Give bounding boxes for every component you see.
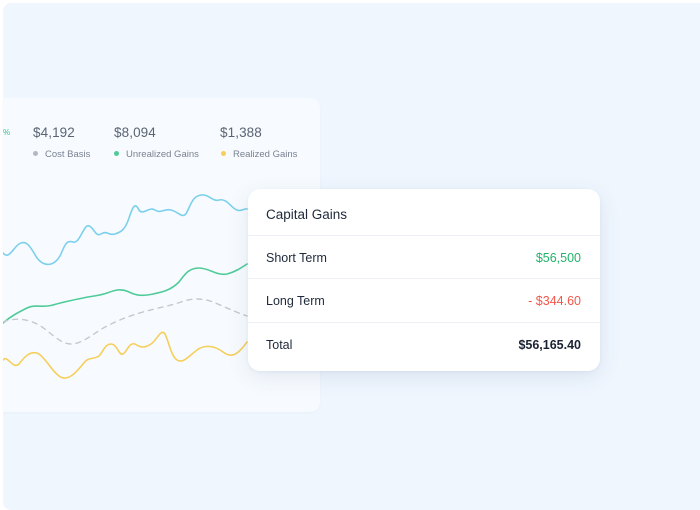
- total-value: $56,165.40: [518, 338, 581, 352]
- long-term-row: Long Term - $344.60: [248, 278, 600, 322]
- capital-gains-title: Capital Gains: [266, 207, 348, 222]
- primary-series-line: [3, 194, 248, 266]
- unrealized-gains-line: [3, 263, 248, 324]
- short-term-row: Short Term $56,500: [248, 235, 600, 279]
- short-term-value: $56,500: [535, 251, 581, 265]
- realized-gains-line: [3, 331, 248, 379]
- short-term-label: Short Term: [266, 251, 327, 265]
- long-term-value: - $344.60: [528, 294, 581, 308]
- long-term-label: Long Term: [266, 294, 325, 308]
- total-label: Total: [266, 338, 293, 352]
- total-row: Total $56,165.40: [248, 322, 600, 366]
- capital-gains-card: Capital Gains Short Term $56,500 Long Te…: [248, 189, 600, 371]
